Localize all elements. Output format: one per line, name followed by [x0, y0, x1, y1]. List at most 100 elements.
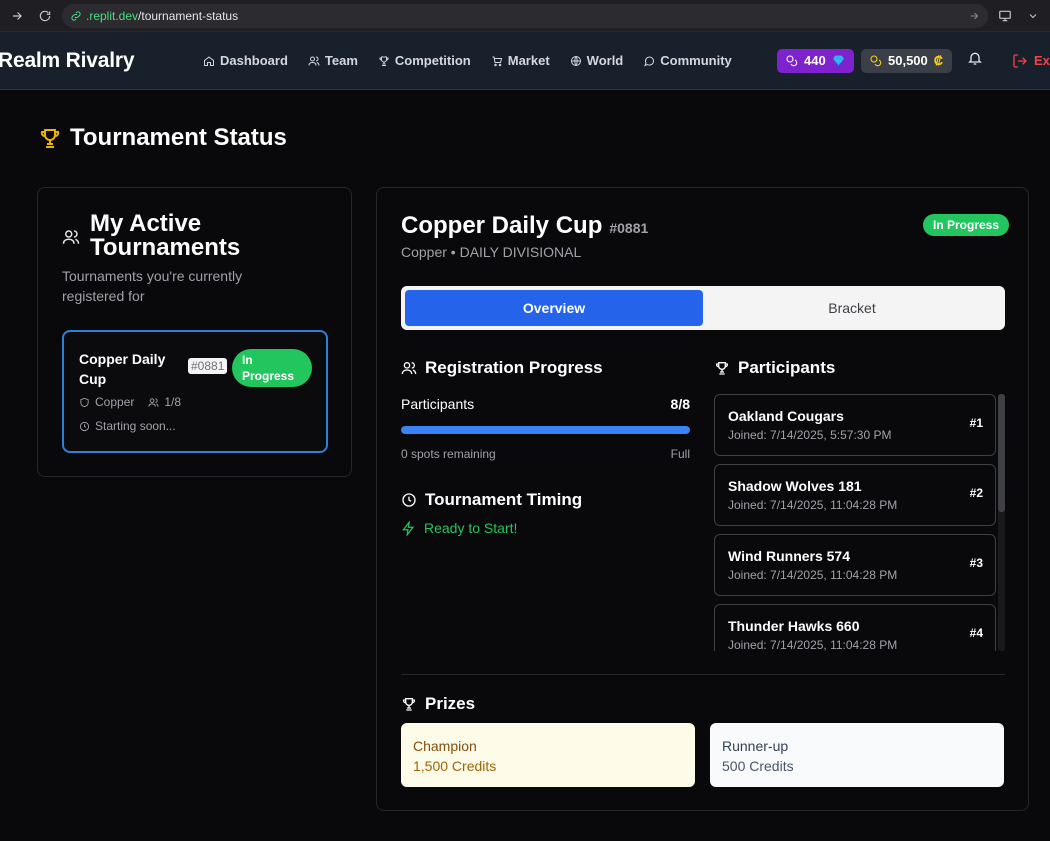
- nav-world[interactable]: World: [570, 53, 624, 68]
- registration-section-title: Registration Progress: [401, 358, 603, 378]
- participant-row[interactable]: Oakland Cougars Joined: 7/14/2025, 5:57:…: [714, 394, 996, 456]
- url-path: /tournament-status: [138, 8, 239, 23]
- users-icon: [308, 56, 320, 66]
- nav-label: Team: [324, 53, 358, 68]
- divider: [401, 674, 1005, 675]
- coins-icon: [786, 54, 798, 66]
- users-icon: [62, 230, 80, 244]
- forward-icon[interactable]: [6, 5, 28, 27]
- tournament-subtitle: Copper • DAILY DIVISIONAL: [401, 244, 582, 260]
- link-icon: [70, 10, 82, 22]
- users-icon: [148, 397, 159, 407]
- tab-bracket[interactable]: Bracket: [703, 290, 1001, 326]
- timing-section-title: Tournament Timing: [401, 490, 582, 510]
- home-icon: [204, 55, 214, 66]
- participant-joined: Joined: 7/14/2025, 5:57:30 PM: [728, 428, 892, 442]
- prize-label: Champion: [413, 738, 477, 754]
- timing-title-text: Tournament Timing: [425, 490, 583, 509]
- monitor-icon[interactable]: [994, 5, 1016, 27]
- division-info: Copper: [79, 395, 134, 409]
- status-badge: In Progress: [232, 349, 312, 387]
- lightning-icon: [402, 520, 415, 536]
- participant-rank: #3: [969, 556, 983, 570]
- nav-competition[interactable]: Competition: [378, 53, 471, 68]
- prizes-title-text: Prizes: [425, 694, 476, 713]
- spots-remaining: 0 spots remaining: [401, 447, 496, 461]
- browser-toolbar: .replit.dev/tournament-status: [0, 0, 1050, 32]
- participant-row[interactable]: Wind Runners 574 Joined: 7/14/2025, 11:0…: [714, 534, 996, 596]
- progress-fill: [401, 426, 690, 434]
- tournament-timing: Starting soon...: [79, 419, 176, 433]
- tournament-title: Copper Daily Cup: [401, 212, 603, 239]
- participant-count-value: 1/8: [164, 395, 182, 409]
- participants-title-text: Participants: [738, 358, 836, 377]
- tab-bar: Overview Bracket: [401, 286, 1005, 330]
- participant-name: Thunder Hawks 660: [728, 618, 860, 634]
- clock-icon: [402, 493, 416, 507]
- prizes-section-title: Prizes: [401, 694, 475, 714]
- address-bar[interactable]: .replit.dev/tournament-status: [62, 3, 988, 28]
- gems-balance[interactable]: 440: [777, 48, 854, 73]
- registration-title-text: Registration Progress: [425, 358, 603, 377]
- go-arrow-icon[interactable]: [968, 10, 980, 22]
- nav-label: Market: [507, 53, 550, 68]
- timing-text: Starting soon...: [95, 419, 176, 433]
- credits-balance[interactable]: 50,500 ₡: [861, 48, 953, 73]
- nav-market[interactable]: Market: [491, 53, 550, 68]
- progress-label: Participants: [401, 396, 475, 412]
- participant-row[interactable]: Thunder Hawks 660 Joined: 7/14/2025, 11:…: [714, 604, 996, 651]
- participant-rank: #2: [969, 486, 983, 500]
- app-header: Realm Rivalry Dashboard Team Competition…: [0, 32, 1050, 90]
- my-tournaments-header: My Active Tournaments: [62, 212, 290, 260]
- participant-row[interactable]: Shadow Wolves 181 Joined: 7/14/2025, 11:…: [714, 464, 996, 526]
- url-host: .replit.dev: [86, 8, 139, 23]
- credit-symbol-icon: ₡: [933, 53, 944, 68]
- participant-joined: Joined: 7/14/2025, 11:04:28 PM: [728, 638, 898, 651]
- gems-value: 440: [804, 53, 826, 68]
- cart-icon: [492, 56, 502, 66]
- prize-value: 500 Credits: [722, 758, 794, 774]
- registration-state: Full: [670, 447, 690, 461]
- tournament-id: #0881: [188, 358, 228, 374]
- page-title-text: Tournament Status: [70, 124, 287, 151]
- bell-icon[interactable]: [967, 50, 983, 71]
- globe-icon: [570, 55, 581, 66]
- logout-button[interactable]: Ex: [1012, 53, 1050, 69]
- trophy-icon: [40, 129, 60, 148]
- my-tournaments-card: My Active Tournaments Tournaments you're…: [37, 187, 352, 477]
- progress-footer: 0 spots remaining Full: [401, 447, 690, 461]
- logout-label: Ex: [1034, 53, 1050, 68]
- participants-scrollbar[interactable]: [998, 394, 1005, 651]
- tournament-header: Copper Daily Cup #0881: [401, 212, 648, 240]
- participant-name: Shadow Wolves 181: [728, 478, 862, 494]
- trophy-icon: [715, 362, 729, 375]
- nav-team[interactable]: Team: [308, 53, 358, 68]
- my-tournaments-description: Tournaments you're currently registered …: [62, 268, 243, 304]
- brand-logo[interactable]: Realm Rivalry: [0, 49, 135, 73]
- participant-rank: #4: [969, 626, 983, 640]
- prize-champion: Champion 1,500 Credits: [401, 723, 695, 787]
- tournament-detail-card: Copper Daily Cup #0881 Copper • DAILY DI…: [376, 187, 1029, 811]
- registration-progress-bar: [401, 426, 690, 434]
- chevron-down-icon[interactable]: [1022, 5, 1044, 27]
- scrollbar-thumb[interactable]: [998, 394, 1005, 512]
- nav-dashboard[interactable]: Dashboard: [203, 53, 288, 68]
- participants-list[interactable]: Oakland Cougars Joined: 7/14/2025, 5:57:…: [714, 394, 1005, 651]
- tournament-list-item[interactable]: Copper Daily Cup #0881 In Progress Coppe…: [62, 330, 328, 453]
- trophy-icon: [379, 56, 389, 66]
- participant-name: Wind Runners 574: [728, 548, 851, 564]
- chat-icon: [644, 56, 655, 66]
- participant-joined: Joined: 7/14/2025, 11:04:28 PM: [728, 568, 898, 582]
- division-label: Copper: [95, 395, 135, 409]
- nav-community[interactable]: Community: [643, 53, 732, 68]
- participant-name: Oakland Cougars: [728, 408, 844, 424]
- reload-icon[interactable]: [34, 5, 56, 27]
- tab-overview[interactable]: Overview: [405, 290, 703, 326]
- participant-joined: Joined: 7/14/2025, 11:04:28 PM: [728, 498, 898, 512]
- timing-status-text: Ready to Start!: [424, 520, 518, 536]
- nav-label: Competition: [394, 53, 471, 68]
- nav-label: World: [586, 53, 624, 68]
- my-tournaments-title: My Active Tournaments: [90, 210, 241, 261]
- logout-icon: [1013, 53, 1027, 68]
- gem-icon: [832, 55, 844, 67]
